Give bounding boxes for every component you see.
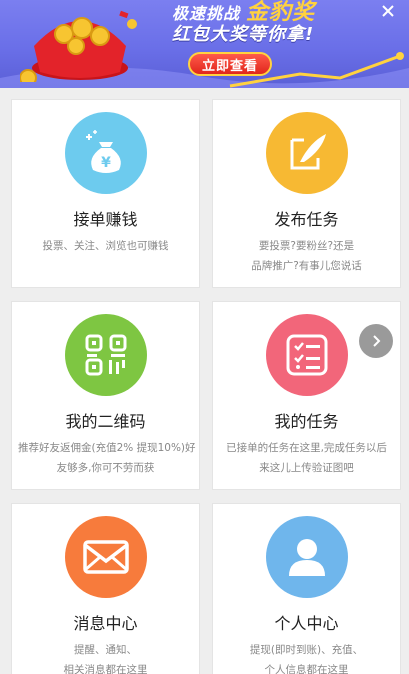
view-now-button[interactable]: 立即查看: [188, 52, 272, 76]
feather-edit-icon: [265, 112, 348, 194]
red-envelope-coins-icon: [20, 10, 137, 82]
card-description: 要投票?要粉丝?还是 品牌推广?有事儿您说话: [251, 240, 362, 272]
card-title: 我的任务: [274, 412, 339, 431]
card-description: 提醒、通知、 相关消息都在这里: [63, 644, 148, 674]
promo-banner[interactable]: 极速挑战 金豹奖 红包大奖等你拿! 立即查看: [0, 0, 409, 88]
money-bag-icon: ¥: [64, 112, 147, 194]
card-personal-center[interactable]: 个人中心 提现(即时到账)、充值、 个人信息都在这里: [212, 503, 401, 674]
envelope-icon: [64, 516, 147, 598]
card-title: 接单赚钱: [73, 210, 138, 229]
card-title: 我的二维码: [65, 412, 146, 431]
svg-text:¥: ¥: [101, 155, 111, 171]
checklist-icon: [265, 314, 348, 396]
card-description: 提现(即时到账)、充值、 个人信息都在这里: [249, 644, 364, 674]
card-my-qr-code[interactable]: 我的二维码 推荐好友返佣金(充值2% 提现10%)好 友够多,你可不劳而获: [11, 301, 200, 490]
user-icon: [265, 516, 348, 598]
card-title: 消息中心: [73, 614, 138, 633]
banner-subheadline: 红包大奖等你拿!: [172, 24, 315, 45]
card-description: 投票、关注、浏览也可赚钱: [42, 240, 169, 252]
chevron-right-icon: [373, 335, 381, 347]
next-arrow-button[interactable]: [359, 324, 393, 358]
card-take-orders[interactable]: ¥ 接单赚钱 投票、关注、浏览也可赚钱: [11, 99, 200, 288]
qr-code-icon: [64, 314, 147, 396]
card-title: 个人中心: [274, 614, 339, 633]
close-icon[interactable]: [379, 2, 397, 20]
card-description: 推荐好友返佣金(充值2% 提现10%)好 友够多,你可不劳而获: [18, 442, 196, 474]
card-description: 已接单的任务在这里,完成任务以后 来这儿上传验证图吧: [226, 442, 387, 474]
card-title: 发布任务: [274, 210, 339, 229]
card-message-center[interactable]: 消息中心 提醒、通知、 相关消息都在这里: [11, 503, 200, 674]
card-publish-task[interactable]: 发布任务 要投票?要粉丝?还是 品牌推广?有事儿您说话: [212, 99, 401, 288]
